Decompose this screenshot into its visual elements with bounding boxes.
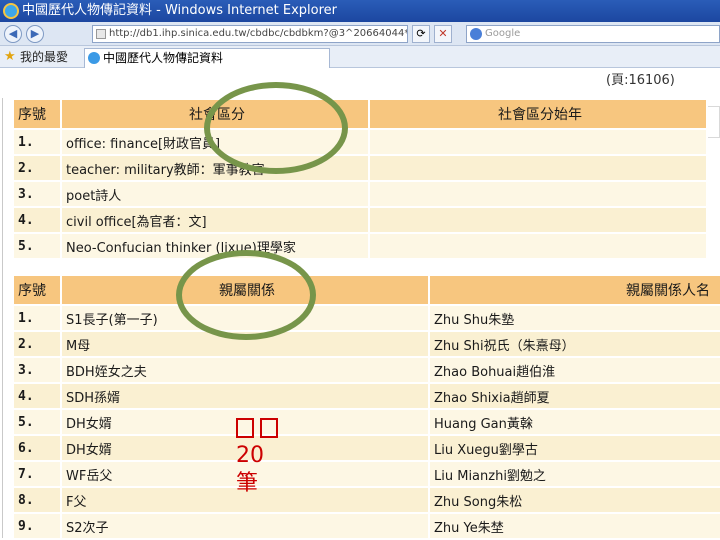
table-row: 2. M母 Zhu Shi祝氏（朱熹母） [12, 330, 720, 358]
header-serial: 序號 [12, 274, 62, 306]
missing-glyph-box [236, 418, 254, 438]
row-number: 3. [12, 180, 62, 208]
kin-name: Zhao Shixia趙師夏 [428, 382, 720, 410]
kinship-relation: BDH姪女之夫 [60, 356, 430, 384]
stop-button[interactable]: ✕ [434, 25, 452, 43]
page-icon [96, 29, 106, 39]
row-number: 7. [12, 460, 62, 488]
kin-name: Liu Mianzhi劉勉之 [428, 460, 720, 488]
social-value: poet詩人 [60, 180, 370, 208]
window-title: 中國歷代人物傳記資料 - Windows Internet Explorer [22, 3, 337, 18]
table-row: 1. office: finance[財政官員] [12, 128, 708, 156]
social-distinction-table: 序號 社會區分 社會區分始年 1. office: finance[財政官員] … [12, 98, 708, 260]
start-year [368, 232, 708, 260]
highlight-circle-kinship [176, 250, 316, 340]
kinship-table: 序號 親屬關係 親屬關係人名 1. S1長子(第一子) Zhu Shu朱塾 2.… [12, 274, 720, 540]
table-row: 4. SDH孫婿 Zhao Shixia趙師夏 [12, 382, 720, 410]
favorites-tab-bar: ★ 我的最愛 中國歷代人物傳記資料 [0, 46, 720, 68]
header-serial: 序號 [12, 98, 62, 130]
back-button[interactable]: ◀ [4, 25, 22, 43]
table-row: 6. DH女婿 Liu Xuegu劉學古 [12, 434, 720, 462]
table-row: 2. teacher: military教師：軍事教官 [12, 154, 708, 182]
table-row: 5. DH女婿 Huang Gan黃榦 [12, 408, 720, 436]
table-row: 7. WF岳父 Liu Mianzhi劉勉之 [12, 460, 720, 488]
kin-name: Zhu Song朱松 [428, 486, 720, 514]
row-number: 3. [12, 356, 62, 384]
kinship-relation: S2次子 [60, 512, 430, 540]
row-number: 5. [12, 232, 62, 260]
row-number: 8. [12, 486, 62, 514]
social-value: civil office[為官者：文] [60, 206, 370, 234]
refresh-button[interactable]: ⟳ [412, 25, 430, 43]
row-number: 4. [12, 382, 62, 410]
annotation-unit: 筆 [236, 471, 259, 496]
row-number: 6. [12, 434, 62, 462]
record-count-annotation: 20 筆 [236, 414, 284, 498]
row-number: 4. [12, 206, 62, 234]
row-number: 5. [12, 408, 62, 436]
address-text: http://db1.ihp.sinica.edu.tw/cbdbc/cbdbk… [109, 28, 407, 39]
kin-name: Zhu Shi祝氏（朱熹母） [428, 330, 720, 358]
kin-name: Zhu Shu朱塾 [428, 304, 720, 332]
highlight-circle-social [204, 82, 348, 174]
tab-label: 中國歷代人物傳記資料 [103, 51, 224, 65]
row-number: 1. [12, 304, 62, 332]
search-placeholder: Google [485, 28, 521, 39]
left-frame-border [2, 98, 3, 538]
favorites-button[interactable]: 我的最愛 [20, 49, 68, 65]
annotation-glyphs [236, 414, 284, 442]
start-year [368, 180, 708, 208]
row-number: 9. [12, 512, 62, 540]
kinship-relation: SDH孫婿 [60, 382, 430, 410]
favorites-star-icon[interactable]: ★ [4, 49, 16, 65]
kin-name: Zhao Bohuai趙伯淮 [428, 356, 720, 384]
start-year [368, 128, 708, 156]
google-icon [470, 28, 482, 40]
right-column-fragment [706, 106, 720, 138]
address-toolbar: ◀ ▶ http://db1.ihp.sinica.edu.tw/cbdbc/c… [0, 22, 720, 46]
kin-name: Zhu Ye朱埜 [428, 512, 720, 540]
row-number: 1. [12, 128, 62, 156]
table-row: 3. BDH姪女之夫 Zhao Bohuai趙伯淮 [12, 356, 720, 384]
table-row: 3. poet詩人 [12, 180, 708, 208]
table-row: 5. Neo-Confucian thinker (lixue)理學家 [12, 232, 708, 260]
table-header-row: 序號 親屬關係 親屬關係人名 [12, 274, 720, 306]
kin-name: Huang Gan黃榦 [428, 408, 720, 436]
search-input[interactable]: Google [466, 25, 720, 43]
header-start-year: 社會區分始年 [368, 98, 708, 130]
annotation-count: 20 [236, 443, 264, 468]
table-row: 1. S1長子(第一子) Zhu Shu朱塾 [12, 304, 720, 332]
start-year [368, 154, 708, 182]
browser-window: 中國歷代人物傳記資料 - Windows Internet Explorer ◀… [0, 0, 720, 540]
table-row: 8. F父 Zhu Song朱松 [12, 486, 720, 514]
window-title-bar: 中國歷代人物傳記資料 - Windows Internet Explorer [0, 0, 720, 22]
row-number: 2. [12, 154, 62, 182]
forward-button[interactable]: ▶ [26, 25, 44, 43]
ie-icon [3, 3, 19, 19]
table-header-row: 序號 社會區分 社會區分始年 [12, 98, 708, 130]
table-row: 9. S2次子 Zhu Ye朱埜 [12, 512, 720, 540]
header-kin-name: 親屬關係人名 [428, 274, 720, 306]
page-content: (頁:16106) 序號 社會區分 社會區分始年 1. office: fina… [0, 68, 720, 540]
missing-glyph-box [260, 418, 278, 438]
kin-name: Liu Xuegu劉學古 [428, 434, 720, 462]
address-input[interactable]: http://db1.ihp.sinica.edu.tw/cbdbc/cbdbk… [92, 25, 408, 43]
page-count-label: (頁:16106) [606, 73, 675, 88]
start-year [368, 206, 708, 234]
table-row: 4. civil office[為官者：文] [12, 206, 708, 234]
tab-page-icon [88, 52, 100, 64]
tab-current-page[interactable]: 中國歷代人物傳記資料 [84, 48, 330, 68]
row-number: 2. [12, 330, 62, 358]
